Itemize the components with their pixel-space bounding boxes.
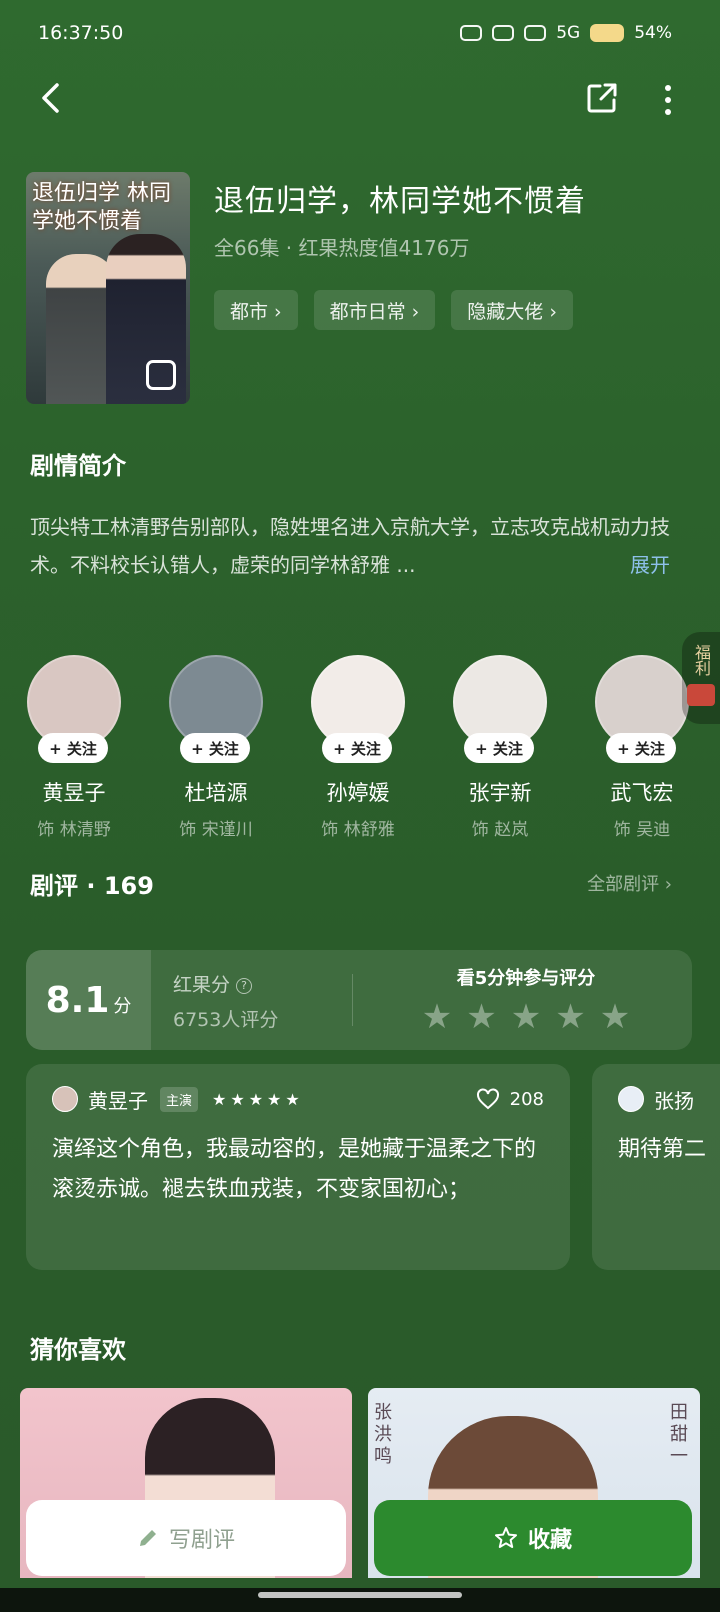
status-icons: 5G 54% xyxy=(460,23,672,43)
favorite-label: 收藏 xyxy=(527,1528,572,1553)
review-user: 黄昱子 xyxy=(88,1088,148,1113)
write-review-label: 写剧评 xyxy=(168,1528,235,1553)
status-time: 16:37:50 xyxy=(38,22,124,44)
cast-name: 孙婷媛 xyxy=(326,781,390,805)
cast-member[interactable]: + 关注 黄昱子 饰 林清野 xyxy=(26,655,122,840)
battery-level: 54% xyxy=(634,23,672,43)
score-value: 8.1 xyxy=(45,979,110,1021)
welfare-label: 福利 xyxy=(692,644,711,676)
tag-chip[interactable]: 都市日常 › xyxy=(313,290,436,330)
rater-count: 6753人评分 xyxy=(173,1009,279,1031)
tag-list: 都市 › 都市日常 › 隐藏大佬 › xyxy=(214,290,573,330)
review-text: 演绎这个角色，我最动容的，是她藏于温柔之下的滚烫赤诚。褪去铁血戎装，不变家国初心… xyxy=(52,1137,537,1202)
avatar xyxy=(618,1086,644,1112)
rating-panel: 8.1 分 红果分 ? 6753人评分 看5分钟参与评分 ★ ★ ★ ★ ★ xyxy=(26,950,692,1050)
red-envelope-icon xyxy=(687,684,715,706)
network-label: 5G xyxy=(556,23,581,43)
follow-button[interactable]: + 关注 xyxy=(38,733,108,763)
review-card[interactable]: 黄昱子 主演 ★★★★★ 208 演绎这个角色，我最动容的，是她藏于温柔之下的滚… xyxy=(26,1064,570,1270)
cast-member[interactable]: + 关注 武飞宏 饰 吴迪 xyxy=(594,655,690,840)
synopsis-text: 顶尖特工林清野告别部队，隐姓埋名进入京航大学，立志攻克战机动力技术。不料校长认错… xyxy=(30,508,670,584)
cover-credit: 张洪鸣 xyxy=(374,1402,392,1467)
cast-name: 张宇新 xyxy=(468,781,532,805)
gallery-icon[interactable] xyxy=(146,360,176,390)
cast-name: 黄昱子 xyxy=(42,781,106,805)
more-dot-icon xyxy=(665,85,671,91)
star-icon[interactable]: ★ xyxy=(466,1000,496,1034)
welfare-floating-button[interactable]: 福利 xyxy=(682,632,720,724)
star-icon[interactable]: ★ xyxy=(422,1000,452,1034)
avatar xyxy=(52,1086,78,1112)
cast-role: 饰 吴迪 xyxy=(613,820,671,840)
follow-button[interactable]: + 关注 xyxy=(180,733,250,763)
follow-button[interactable]: + 关注 xyxy=(464,733,534,763)
all-reviews-link[interactable]: 全部剧评 › xyxy=(587,870,672,896)
cast-role: 饰 林清野 xyxy=(37,820,111,840)
tag-chip[interactable]: 都市 › xyxy=(214,290,298,330)
rate-area: 看5分钟参与评分 ★ ★ ★ ★ ★ xyxy=(406,964,646,1034)
score-display: 8.1 分 xyxy=(26,950,151,1050)
battery-icon xyxy=(590,24,625,42)
notification-icon xyxy=(492,25,515,41)
star-outline-icon xyxy=(494,1527,517,1548)
notification-icon xyxy=(460,25,483,41)
drama-meta: 全66集 · 红果热度值4176万 xyxy=(214,236,470,260)
pencil-icon xyxy=(139,1530,156,1546)
cast-role: 饰 赵岚 xyxy=(471,820,529,840)
review-text: 期待第二 xyxy=(618,1137,707,1162)
cover-credit: 田甜一 xyxy=(670,1402,688,1467)
cast-name: 杜培源 xyxy=(184,781,248,805)
recommend-heading: 猜你喜欢 xyxy=(30,1336,126,1364)
cast-name: 武飞宏 xyxy=(610,781,674,805)
review-user: 张扬 xyxy=(654,1088,694,1113)
drama-poster[interactable]: 退伍归学 林同学她不惯着 xyxy=(26,172,190,404)
star-icon[interactable]: ★ xyxy=(511,1000,541,1034)
cast-role: 饰 林舒雅 xyxy=(321,820,395,840)
favorite-button[interactable]: 收藏 xyxy=(374,1500,692,1576)
cast-member[interactable]: + 关注 张宇新 饰 赵岚 xyxy=(452,655,548,840)
rating-stars[interactable]: ★ ★ ★ ★ ★ xyxy=(406,1000,646,1034)
tag-chip[interactable]: 隐藏大佬 › xyxy=(451,290,573,330)
like-button[interactable]: 208 xyxy=(476,1088,544,1110)
review-header: 张扬 xyxy=(618,1082,720,1116)
more-dot-icon xyxy=(665,109,671,115)
like-count: 208 xyxy=(509,1088,544,1110)
review-header: 黄昱子 主演 ★★★★★ 208 xyxy=(52,1082,544,1116)
follow-button[interactable]: + 关注 xyxy=(322,733,392,763)
status-bar: 16:37:50 5G 54% xyxy=(38,18,672,48)
cast-role: 饰 宋谨川 xyxy=(179,820,253,840)
write-review-button[interactable]: 写剧评 xyxy=(26,1500,346,1576)
more-dot-icon xyxy=(665,97,671,103)
cast-member[interactable]: + 关注 杜培源 饰 宋谨川 xyxy=(168,655,264,840)
back-button[interactable] xyxy=(30,78,70,118)
star-icon[interactable]: ★ xyxy=(555,1000,585,1034)
notification-icon xyxy=(524,25,547,41)
score-unit: 分 xyxy=(113,996,132,1017)
more-menu-button[interactable] xyxy=(656,80,680,120)
rate-prompt: 看5分钟参与评分 xyxy=(456,968,596,989)
home-indicator[interactable] xyxy=(258,1592,462,1598)
star-icon[interactable]: ★ xyxy=(600,1000,630,1034)
cast-member[interactable]: + 关注 孙婷媛 饰 林舒雅 xyxy=(310,655,406,840)
follow-button[interactable]: + 关注 xyxy=(606,733,676,763)
synopsis-heading: 剧情简介 xyxy=(30,452,126,480)
review-stars: ★★★★★ xyxy=(212,1089,304,1109)
divider xyxy=(352,974,353,1026)
role-badge: 主演 xyxy=(160,1086,199,1112)
poster-title: 退伍归学 林同学她不惯着 xyxy=(32,181,171,234)
score-label: 红果分 ? xyxy=(173,970,278,997)
help-icon[interactable]: ? xyxy=(236,977,253,994)
cast-list: + 关注 黄昱子 饰 林清野 + 关注 杜培源 饰 宋谨川 + 关注 孙婷媛 饰… xyxy=(26,655,720,840)
drama-title: 退伍归学，林同学她不惯着 xyxy=(214,184,586,219)
expand-button[interactable]: 展开 xyxy=(630,546,670,584)
heart-icon xyxy=(476,1088,499,1110)
share-button[interactable] xyxy=(584,80,624,120)
top-nav xyxy=(30,76,680,122)
review-card[interactable]: 张扬 期待第二 xyxy=(592,1064,720,1270)
synopsis-body: 顶尖特工林清野告别部队，隐姓埋名进入京航大学，立志攻克战机动力技术。不料校长认错… xyxy=(30,515,670,577)
chevron-left-icon xyxy=(42,83,59,113)
reviews-heading: 剧评 · 169 xyxy=(30,872,154,900)
share-icon xyxy=(587,83,617,113)
score-info: 红果分 ? 6753人评分 xyxy=(173,970,278,1032)
